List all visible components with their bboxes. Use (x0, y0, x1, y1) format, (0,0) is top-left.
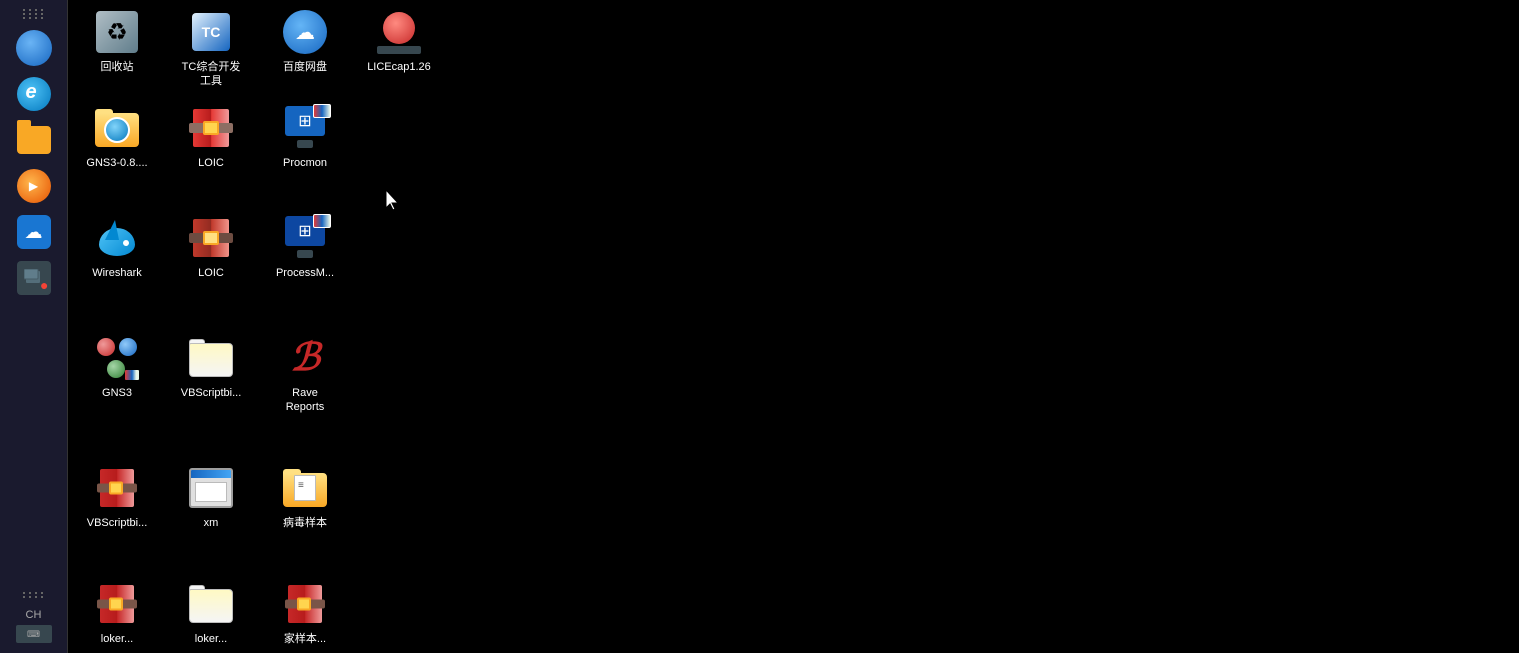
desktop: 回收站 TC TC综合开发工具 ☁ 百度网盘 (68, 0, 1519, 653)
loic2-icon (189, 217, 233, 259)
vbscriptfolder1-icon (189, 339, 233, 377)
desktop-icon-baidu[interactable]: ☁ 百度网盘 (260, 4, 350, 93)
licecap-icon (377, 10, 421, 54)
desktop-icon-wireshark[interactable]: Wireshark (72, 210, 162, 284)
desktop-icon-gns3[interactable]: GNS3 (72, 330, 162, 419)
desktop-icon-procmon[interactable]: Procmon (260, 100, 350, 174)
rar1-icon (97, 467, 137, 509)
rar3-icon (285, 583, 325, 625)
cloud-icon (16, 30, 52, 66)
tc-dev-icon: TC (189, 10, 233, 54)
desktop-icon-recycle-bin[interactable]: 回收站 (72, 4, 162, 93)
recycle-bin-icon (96, 11, 138, 53)
tc-dev-label: TC综合开发工具 (182, 60, 241, 89)
licecap-label: LICEcap1.26 (367, 60, 431, 74)
procmon-label: Procmon (283, 156, 327, 170)
xm-icon (189, 468, 233, 508)
sidebar-dots-bottom (12, 585, 56, 605)
sidebar-item-record[interactable] (12, 256, 56, 300)
desktop-icon-folder-bottom1[interactable]: loker... (72, 576, 162, 650)
vbscriptfolder2-icon (189, 585, 233, 623)
folder-bottom1-label: loker... (101, 632, 133, 646)
desktop-icon-processm[interactable]: ProcessM... (260, 210, 350, 284)
desktop-icon-bingdu[interactable]: 病毒样本 (260, 460, 350, 534)
desktop-icon-licecap[interactable]: LICEcap1.26 (354, 4, 444, 93)
gns3-folder-label: GNS3-0.8.... (86, 156, 147, 170)
desktop-icon-xm[interactable]: xm (166, 460, 256, 534)
baidu-label: 百度网盘 (283, 60, 327, 74)
processm-label: ProcessM... (276, 266, 334, 280)
media-icon (17, 169, 51, 203)
processm-icon (283, 216, 327, 260)
folder-bottom3-label: 家样本... (284, 632, 326, 646)
sidebar-item-ie[interactable] (12, 72, 56, 116)
record-icon (17, 261, 51, 295)
sidebar-keyboard-icon: ⌨ (16, 625, 52, 643)
loic2-label: LOIC (198, 266, 224, 280)
ie-icon (17, 77, 51, 111)
wireshark-icon (95, 216, 139, 260)
bingdu-label: 病毒样本 (283, 516, 327, 530)
sidebar-bottom: CH ⌨ (0, 585, 67, 643)
bingdu-icon (283, 469, 327, 507)
folder-bottom2-label: loker... (195, 632, 227, 646)
rave-reports-icon: ℬ (283, 336, 327, 380)
desktop-icon-rave-reports[interactable]: ℬ RaveReports (260, 330, 350, 419)
desktop-icon-loic2[interactable]: LOIC (166, 210, 256, 284)
vbscriptbi2-label: VBScriptbi... (87, 516, 148, 530)
recycle-bin-label: 回收站 (101, 60, 134, 74)
sidebar: CH ⌨ (0, 0, 68, 653)
baidu-icon: ☁ (283, 10, 327, 54)
gns3-label: GNS3 (102, 386, 132, 400)
desktop-icon-gns3-folder[interactable]: GNS3-0.8.... (72, 100, 162, 174)
desktop-icon-folder-bottom2[interactable]: loker... (166, 576, 256, 650)
mouse-cursor (386, 190, 398, 210)
gns3-folder-icon (95, 109, 139, 147)
desktop-icon-tc-dev[interactable]: TC TC综合开发工具 (166, 4, 256, 93)
desktop-icon-vbscriptbi1[interactable]: VBScriptbi... (166, 330, 256, 419)
sidebar-item-media[interactable] (12, 164, 56, 208)
wireshark-label: Wireshark (92, 266, 142, 280)
sidebar-dots-top (12, 4, 56, 24)
gns3balls-icon (95, 336, 139, 380)
sidebar-item-sync[interactable] (12, 210, 56, 254)
rar2-icon (97, 583, 137, 625)
folder-icon (17, 126, 51, 154)
desktop-icon-vbscriptbi2[interactable]: VBScriptbi... (72, 460, 162, 534)
loic1-icon (189, 107, 233, 149)
rave-reports-label: RaveReports (286, 386, 325, 415)
sync-icon (17, 215, 51, 249)
desktop-icon-folder-bottom3[interactable]: 家样本... (260, 576, 350, 650)
sidebar-lang-label: CH (26, 609, 42, 621)
loic1-label: LOIC (198, 156, 224, 170)
sidebar-item-cloud[interactable] (12, 26, 56, 70)
desktop-icon-loic1[interactable]: LOIC (166, 100, 256, 174)
procmon-icon (283, 106, 327, 150)
vbscriptbi1-label: VBScriptbi... (181, 386, 242, 400)
xm-label: xm (204, 516, 219, 530)
sidebar-item-folder[interactable] (12, 118, 56, 162)
